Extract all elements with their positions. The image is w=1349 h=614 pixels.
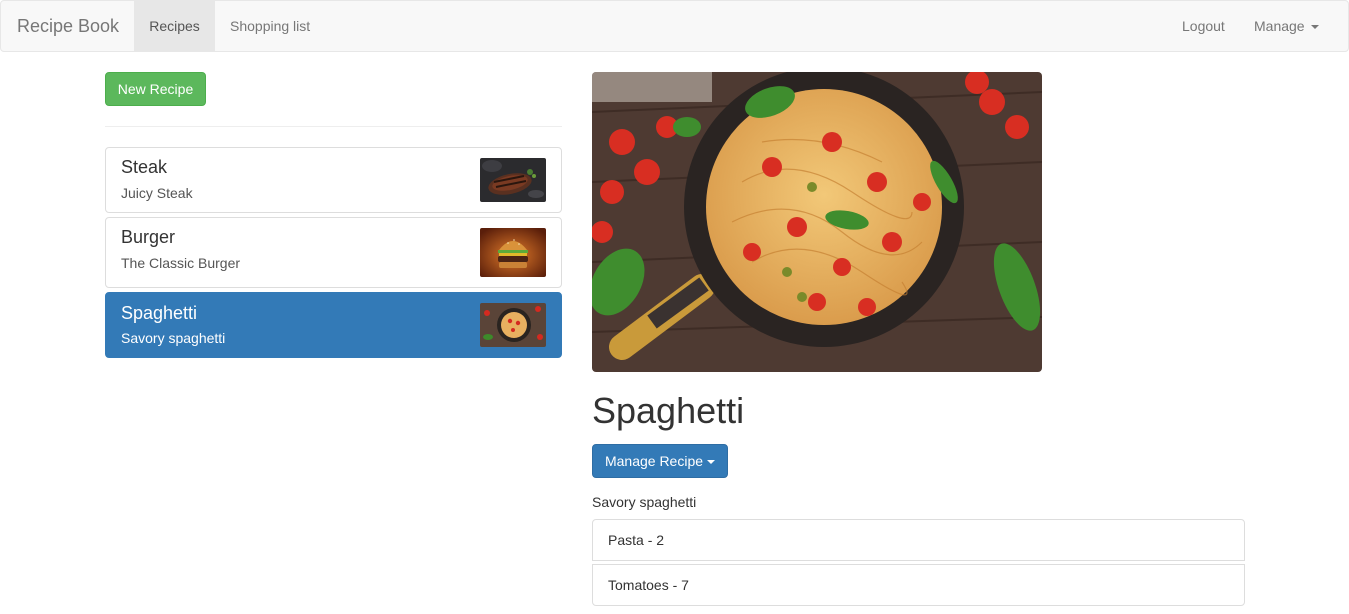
- recipe-description: Savory spaghetti: [592, 494, 697, 510]
- recipe-name: Burger: [121, 227, 176, 247]
- recipe-description: Juicy Steak: [121, 185, 193, 201]
- nav-recipes[interactable]: Recipes: [134, 1, 215, 51]
- recipe-name: Steak: [121, 157, 168, 177]
- manage-recipe-button[interactable]: Manage Recipe: [592, 444, 728, 478]
- recipe-image: [592, 72, 1042, 372]
- recipe-item-spaghetti[interactable]: Spaghetti Savory spaghetti: [105, 292, 562, 358]
- steak-thumbnail: [480, 158, 546, 202]
- burger-thumbnail: [480, 228, 546, 277]
- recipe-title: Spaghetti: [592, 390, 745, 431]
- recipe-item-steak[interactable]: Steak Juicy Steak: [105, 147, 562, 213]
- caret-down-icon: [707, 460, 716, 465]
- recipe-name: Spaghetti: [121, 303, 198, 323]
- divider: [105, 126, 562, 127]
- navbar: Recipe Book Recipes Shopping list Logout…: [0, 0, 1349, 52]
- recipe-description: Savory spaghetti: [121, 330, 226, 346]
- ingredient-item: Tomatoes - 7: [592, 564, 1245, 606]
- manage-dropdown[interactable]: Manage: [1254, 1, 1319, 51]
- spaghetti-thumbnail: [480, 303, 546, 347]
- manage-recipe-label: Manage Recipe: [604, 453, 704, 469]
- recipe-item-burger[interactable]: Burger The Classic Burger: [105, 217, 562, 288]
- manage-label: Manage: [1254, 18, 1305, 34]
- nav-shopping-list[interactable]: Shopping list: [230, 1, 310, 51]
- caret-down-icon: [1310, 25, 1319, 30]
- ingredient-item: Pasta - 2: [592, 519, 1245, 561]
- logout-link[interactable]: Logout: [1182, 1, 1225, 51]
- recipe-description: The Classic Burger: [121, 255, 241, 271]
- brand-link[interactable]: Recipe Book: [17, 16, 119, 36]
- new-recipe-button[interactable]: New Recipe: [105, 72, 206, 106]
